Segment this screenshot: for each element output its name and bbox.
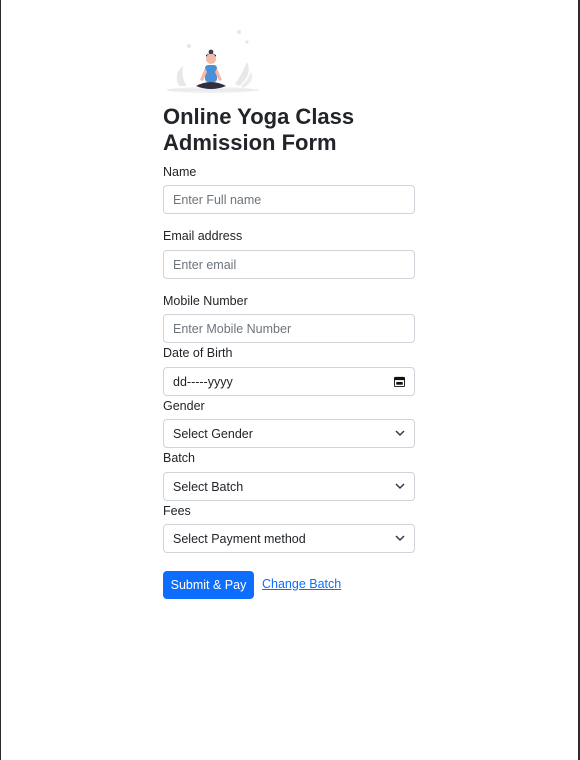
email-label: Email address [163, 229, 243, 243]
email-input[interactable]: Enter email [163, 250, 415, 279]
chevron-down-icon [395, 430, 405, 437]
email-placeholder: Enter email [173, 257, 237, 272]
yoga-illustration [167, 30, 259, 93]
mobile-label: Mobile Number [163, 294, 248, 308]
change-batch-link[interactable]: Change Batch [262, 577, 341, 591]
fees-label: Fees [163, 504, 191, 518]
mobile-placeholder: Enter Mobile Number [173, 321, 292, 336]
admission-form: Online Yoga Class Admission Form Name En… [163, 26, 415, 599]
name-input[interactable]: Enter Full name [163, 185, 415, 214]
dob-label: Date of Birth [163, 346, 233, 360]
dob-input[interactable]: dd-----yyyy [163, 367, 415, 396]
fees-select[interactable]: Select Payment method [163, 524, 415, 553]
gender-select[interactable]: Select Gender [163, 419, 415, 448]
batch-select[interactable]: Select Batch [163, 472, 415, 501]
page-title: Online Yoga Class Admission Form [163, 104, 355, 155]
batch-label: Batch [163, 451, 195, 465]
mobile-input[interactable]: Enter Mobile Number [163, 314, 415, 343]
gender-selected: Select Gender [173, 426, 253, 441]
calendar-icon[interactable] [394, 376, 405, 387]
gender-label: Gender [163, 399, 205, 413]
chevron-down-icon [395, 483, 405, 490]
batch-selected: Select Batch [173, 479, 244, 494]
chevron-down-icon [395, 535, 405, 542]
dob-value: dd-----yyyy [173, 374, 233, 389]
fees-selected: Select Payment method [173, 531, 306, 546]
name-placeholder: Enter Full name [173, 192, 262, 207]
window-border-left [0, 0, 1, 760]
submit-pay-button[interactable]: Submit & Pay [163, 571, 254, 599]
name-label: Name [163, 165, 197, 179]
